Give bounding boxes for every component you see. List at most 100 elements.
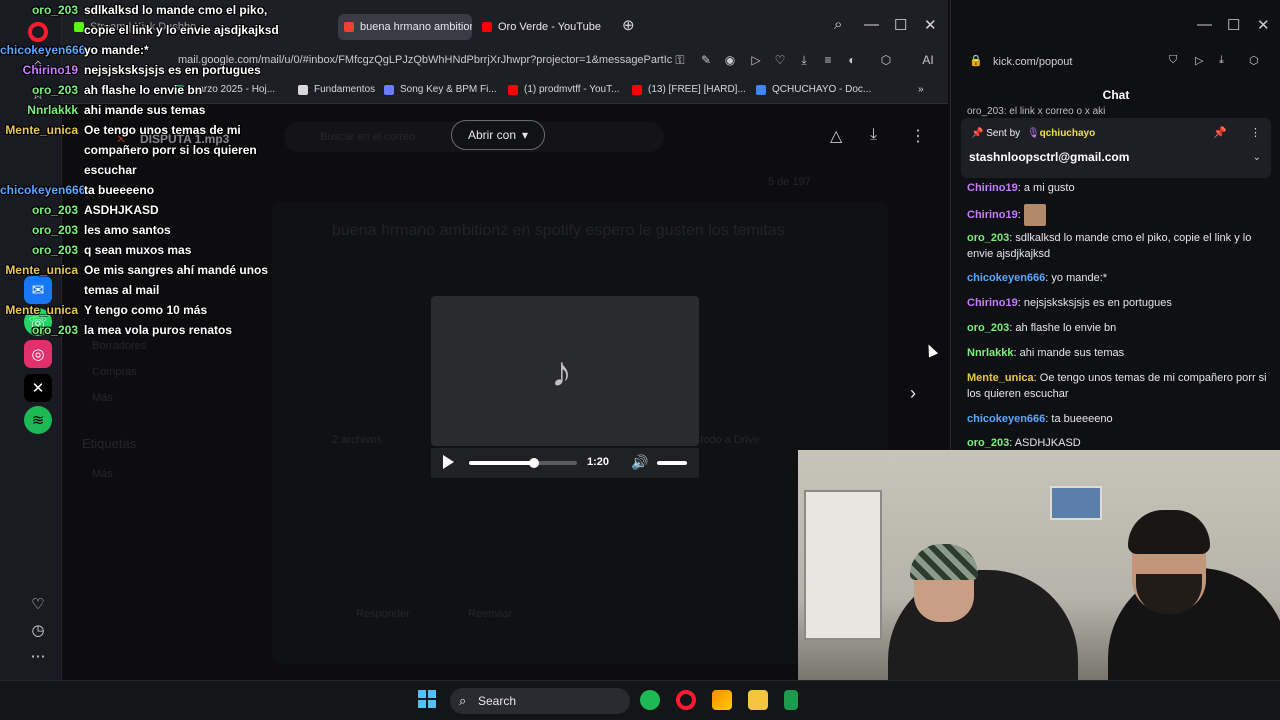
overlay-chat-line: oro_203 ah flashe lo envie bn	[0, 83, 202, 97]
close-button[interactable]: ✕	[924, 16, 937, 34]
ai-label: AI	[922, 53, 934, 67]
chat-username[interactable]: chicokeyen666	[967, 272, 1045, 284]
pinned-sender: 📌 Sent by 🎙qchiuchayo	[971, 128, 1095, 139]
windows-start-icon[interactable]	[418, 690, 436, 708]
seek-slider[interactable]	[469, 458, 577, 468]
key-icon[interactable]: ⚿	[672, 53, 688, 69]
download-icon[interactable]: ⤓	[796, 53, 812, 69]
unpin-icon[interactable]: 📌	[1213, 126, 1227, 139]
history-icon[interactable]: ◷	[24, 616, 52, 644]
send-icon[interactable]: ▷	[748, 53, 764, 69]
download-icon[interactable]: ⤓	[870, 126, 877, 144]
tab-youtube[interactable]: Oro Verde - YouTube	[476, 14, 610, 40]
chat-username[interactable]: Mente_unica	[967, 372, 1034, 384]
youtube-icon	[632, 84, 642, 95]
opera-icon[interactable]	[676, 690, 696, 710]
maximize-button[interactable]: ☐	[1227, 16, 1240, 34]
maximize-button[interactable]: ☐	[894, 16, 907, 34]
add-to-drive-icon[interactable]: △	[830, 126, 842, 146]
overlay-chat-line: oro_203 la mea vola puros renatos	[0, 323, 232, 337]
search-tabs-icon[interactable]: ⌕	[834, 16, 842, 33]
bookmark-label: (13) [FREE] [HARD]...	[648, 84, 746, 95]
chat-username[interactable]: oro_203	[967, 437, 1009, 449]
send-icon[interactable]: ▷	[1195, 54, 1203, 67]
extensions-icon[interactable]: ⬡	[878, 53, 894, 69]
chat-message: Chirino19: a mi gusto	[967, 180, 1267, 196]
chat-username[interactable]: Chirino19	[967, 182, 1018, 194]
minimize-button[interactable]: —	[864, 16, 879, 33]
bookmark-item[interactable]: Fundamentos	[298, 84, 375, 95]
more-bookmarks-icon[interactable]: »	[918, 84, 924, 95]
heart-icon[interactable]: ♡	[772, 53, 788, 69]
menu-icon[interactable]: ≡	[820, 53, 836, 69]
overlay-username: Nnrlakkk	[27, 103, 78, 117]
seek-handle[interactable]	[528, 458, 539, 468]
chat-message: oro_203: ASDHJKASD	[967, 435, 1267, 451]
seek-progress	[469, 461, 534, 465]
spotify-icon[interactable]	[640, 690, 660, 710]
ai-button[interactable]: AI	[914, 53, 942, 69]
instagram-icon[interactable]: ◎	[24, 340, 52, 368]
chat-text: ahi mande sus temas	[1019, 347, 1125, 359]
whiteboard	[804, 490, 882, 640]
overlay-text: escuchar	[84, 163, 137, 177]
excel-icon[interactable]	[784, 690, 798, 710]
pinned-message[interactable]: 📌 Sent by 🎙qchiuchayo 📌 ⋮ stashnloopsctr…	[961, 118, 1271, 178]
camera-icon[interactable]: ◉	[722, 53, 738, 69]
open-with-button[interactable]: Abrir con ▾	[451, 120, 545, 150]
extensions-icon[interactable]: ⬡	[1249, 54, 1259, 67]
overlay-username: Mente_unica	[5, 263, 78, 277]
wall-picture	[1050, 486, 1102, 520]
chat-separator: :	[1017, 208, 1024, 221]
minimize-button[interactable]: —	[1197, 16, 1212, 33]
overlay-chat-line: chicokeyen666ta bueeeeno	[0, 183, 154, 197]
person-left-beanie	[910, 544, 978, 580]
chat-username[interactable]: oro_203	[967, 232, 1009, 244]
close-button[interactable]: ✕	[1257, 16, 1270, 34]
chat-message: oro_203: ah flashe lo envie bn	[967, 320, 1267, 336]
chat-username[interactable]: oro_203	[967, 322, 1009, 334]
new-tab-button[interactable]: ⊕	[622, 16, 635, 34]
more-options-icon[interactable]: ⋮	[1250, 126, 1261, 139]
file-explorer-icon[interactable]	[748, 690, 768, 710]
shield-icon[interactable]: ⛉	[1169, 54, 1177, 67]
tab-gmail[interactable]: buena hrmano ambitionz	[338, 14, 472, 40]
chat-username[interactable]: Nnrlakkk	[967, 347, 1013, 359]
next-file-button[interactable]: ›	[900, 380, 926, 406]
chevron-down-icon[interactable]: ⌄	[1253, 152, 1261, 163]
open-with-label: Abrir con	[467, 128, 516, 142]
chat-username[interactable]: Chirino19	[967, 209, 1018, 221]
fl-studio-icon[interactable]	[712, 690, 732, 710]
download-icon[interactable]: ⤓	[1219, 54, 1224, 67]
more-icon[interactable]: ⋯	[24, 642, 52, 670]
heart-icon[interactable]: ♡	[24, 590, 52, 618]
bookmark-item[interactable]: (13) [FREE] [HARD]...	[632, 84, 746, 95]
bookmark-item[interactable]: QCHUCHAYO - Doc...	[756, 84, 871, 95]
overlay-chat-line: Mente_unica Oe tengo unos temas de mi	[0, 123, 240, 137]
bookmark-item[interactable]: (1) prodmvtff - YouT...	[508, 84, 619, 95]
profile-icon[interactable]: ◐	[844, 53, 860, 69]
bookmark-label: QCHUCHAYO - Doc...	[772, 84, 872, 95]
overlay-chat-line: oro_203 les amo santos	[0, 223, 171, 237]
spotify-icon[interactable]: ≋	[24, 406, 52, 434]
overlay-text: ah flashe lo envie bn	[84, 83, 203, 97]
bookmark-item[interactable]: Song Key & BPM Fi...	[384, 84, 497, 95]
overlay-chat-line: chicokeyen666yo mande:*	[0, 43, 149, 57]
overlay-username: oro_203	[31, 243, 78, 257]
edit-icon[interactable]: ✎	[698, 53, 714, 69]
play-button[interactable]	[443, 455, 454, 469]
more-options-icon[interactable]: ⋮	[910, 126, 926, 146]
pin-icon: 📌	[971, 128, 987, 139]
x-icon[interactable]: ✕	[24, 374, 52, 402]
youtube-icon	[508, 84, 518, 95]
desktop: ⌂ ☆ ✉ ☏ ◎ ✕ ≋ ♡ ◷ ⋯ Stream | Kick Dashbo…	[0, 0, 1280, 720]
popout-url[interactable]: kick.com/popout	[993, 56, 1072, 68]
taskbar-search[interactable]: ⌕ Search	[450, 688, 630, 714]
audio-preview: ♪	[431, 296, 699, 446]
chat-username[interactable]: chicokeyen666	[967, 413, 1045, 425]
overlay-text: copie el link y lo envie ajsdjkajksd	[84, 23, 279, 37]
volume-icon[interactable]: 🔊	[631, 454, 648, 471]
chat-username[interactable]: Chirino19	[967, 297, 1018, 309]
volume-slider[interactable]	[657, 461, 687, 465]
overlay-username: oro_203	[31, 83, 78, 97]
